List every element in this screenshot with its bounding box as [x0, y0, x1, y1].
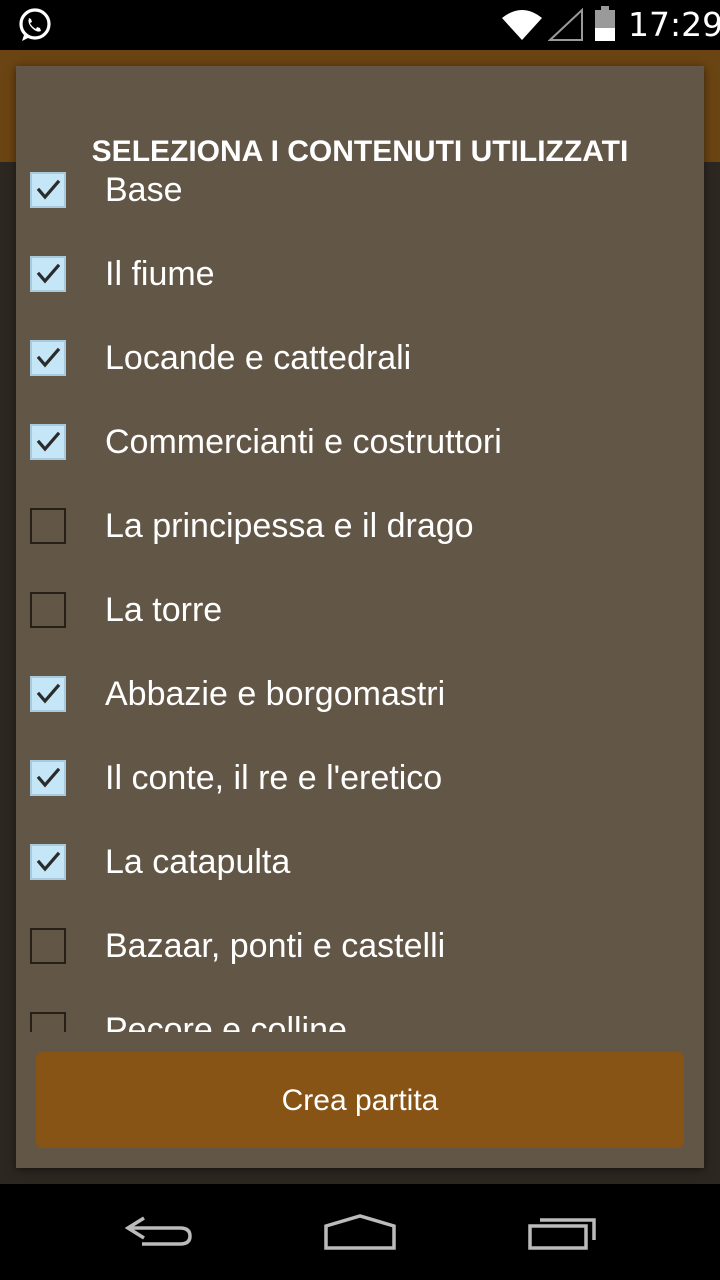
list-item-label: La torre [105, 591, 223, 629]
home-icon[interactable] [320, 1204, 400, 1260]
checkbox[interactable] [30, 340, 66, 376]
checkmark-icon [36, 263, 61, 284]
wifi-icon [502, 10, 542, 40]
checkmark-icon [36, 851, 61, 872]
list-item-label: Commercianti e costruttori [105, 423, 502, 461]
list-item[interactable]: Abbazie e borgomastri [16, 652, 704, 736]
list-item[interactable]: La torre [16, 568, 704, 652]
checkmark-icon [36, 347, 61, 368]
clock: 17:29 [628, 5, 720, 44]
list-item[interactable]: Il conte, il re e l'eretico [16, 736, 704, 820]
list-item[interactable]: Locande e cattedrali [16, 316, 704, 400]
checkmark-icon [36, 767, 61, 788]
list-item-label: Pecore e colline [105, 1011, 347, 1032]
list-item-label: Abbazie e borgomastri [105, 675, 446, 713]
navigation-bar [0, 1184, 720, 1280]
checkbox[interactable] [30, 844, 66, 880]
list-item-label: Bazaar, ponti e castelli [105, 927, 446, 965]
list-item-label: Base [105, 171, 183, 209]
checkbox[interactable] [30, 928, 66, 964]
checkmark-icon [36, 683, 61, 704]
list-item[interactable]: Pecore e colline [16, 988, 704, 1032]
list-item-label: Il conte, il re e l'eretico [105, 759, 443, 797]
checkbox[interactable] [30, 760, 66, 796]
whatsapp-icon [19, 8, 51, 41]
content-list[interactable]: Base Il fiume Locande e cattedrali Commerci… [16, 148, 704, 1032]
checkbox[interactable] [30, 508, 66, 544]
checkbox[interactable] [30, 592, 66, 628]
list-item[interactable]: La catapulta [16, 820, 704, 904]
checkmark-icon [36, 431, 61, 452]
checkbox[interactable] [30, 256, 66, 292]
checkmark-icon [36, 179, 61, 200]
list-item-label: La catapulta [105, 843, 291, 881]
list-item-label: La principessa e il drago [105, 507, 474, 545]
status-bar: 17:29 [0, 0, 720, 50]
list-item[interactable]: Commercianti e costruttori [16, 400, 704, 484]
create-game-button[interactable]: Crea partita [36, 1052, 684, 1148]
list-item[interactable]: Bazaar, ponti e castelli [16, 904, 704, 988]
content-selection-dialog: SELEZIONA I CONTENUTI UTILIZZATI Base Il … [16, 66, 704, 1168]
list-item-label: Locande e cattedrali [105, 339, 412, 377]
signal-icon [548, 8, 583, 41]
checkbox[interactable] [30, 676, 66, 712]
list-item-label: Il fiume [105, 255, 215, 293]
checkbox[interactable] [30, 1012, 66, 1032]
recents-icon[interactable] [522, 1204, 602, 1260]
checkbox[interactable] [30, 424, 66, 460]
list-item[interactable]: La principessa e il drago [16, 484, 704, 568]
list-item[interactable]: Il fiume [16, 232, 704, 316]
back-icon[interactable] [118, 1204, 198, 1260]
list-item[interactable]: Base [16, 148, 704, 232]
checkbox[interactable] [30, 172, 66, 208]
battery-icon [595, 6, 615, 41]
